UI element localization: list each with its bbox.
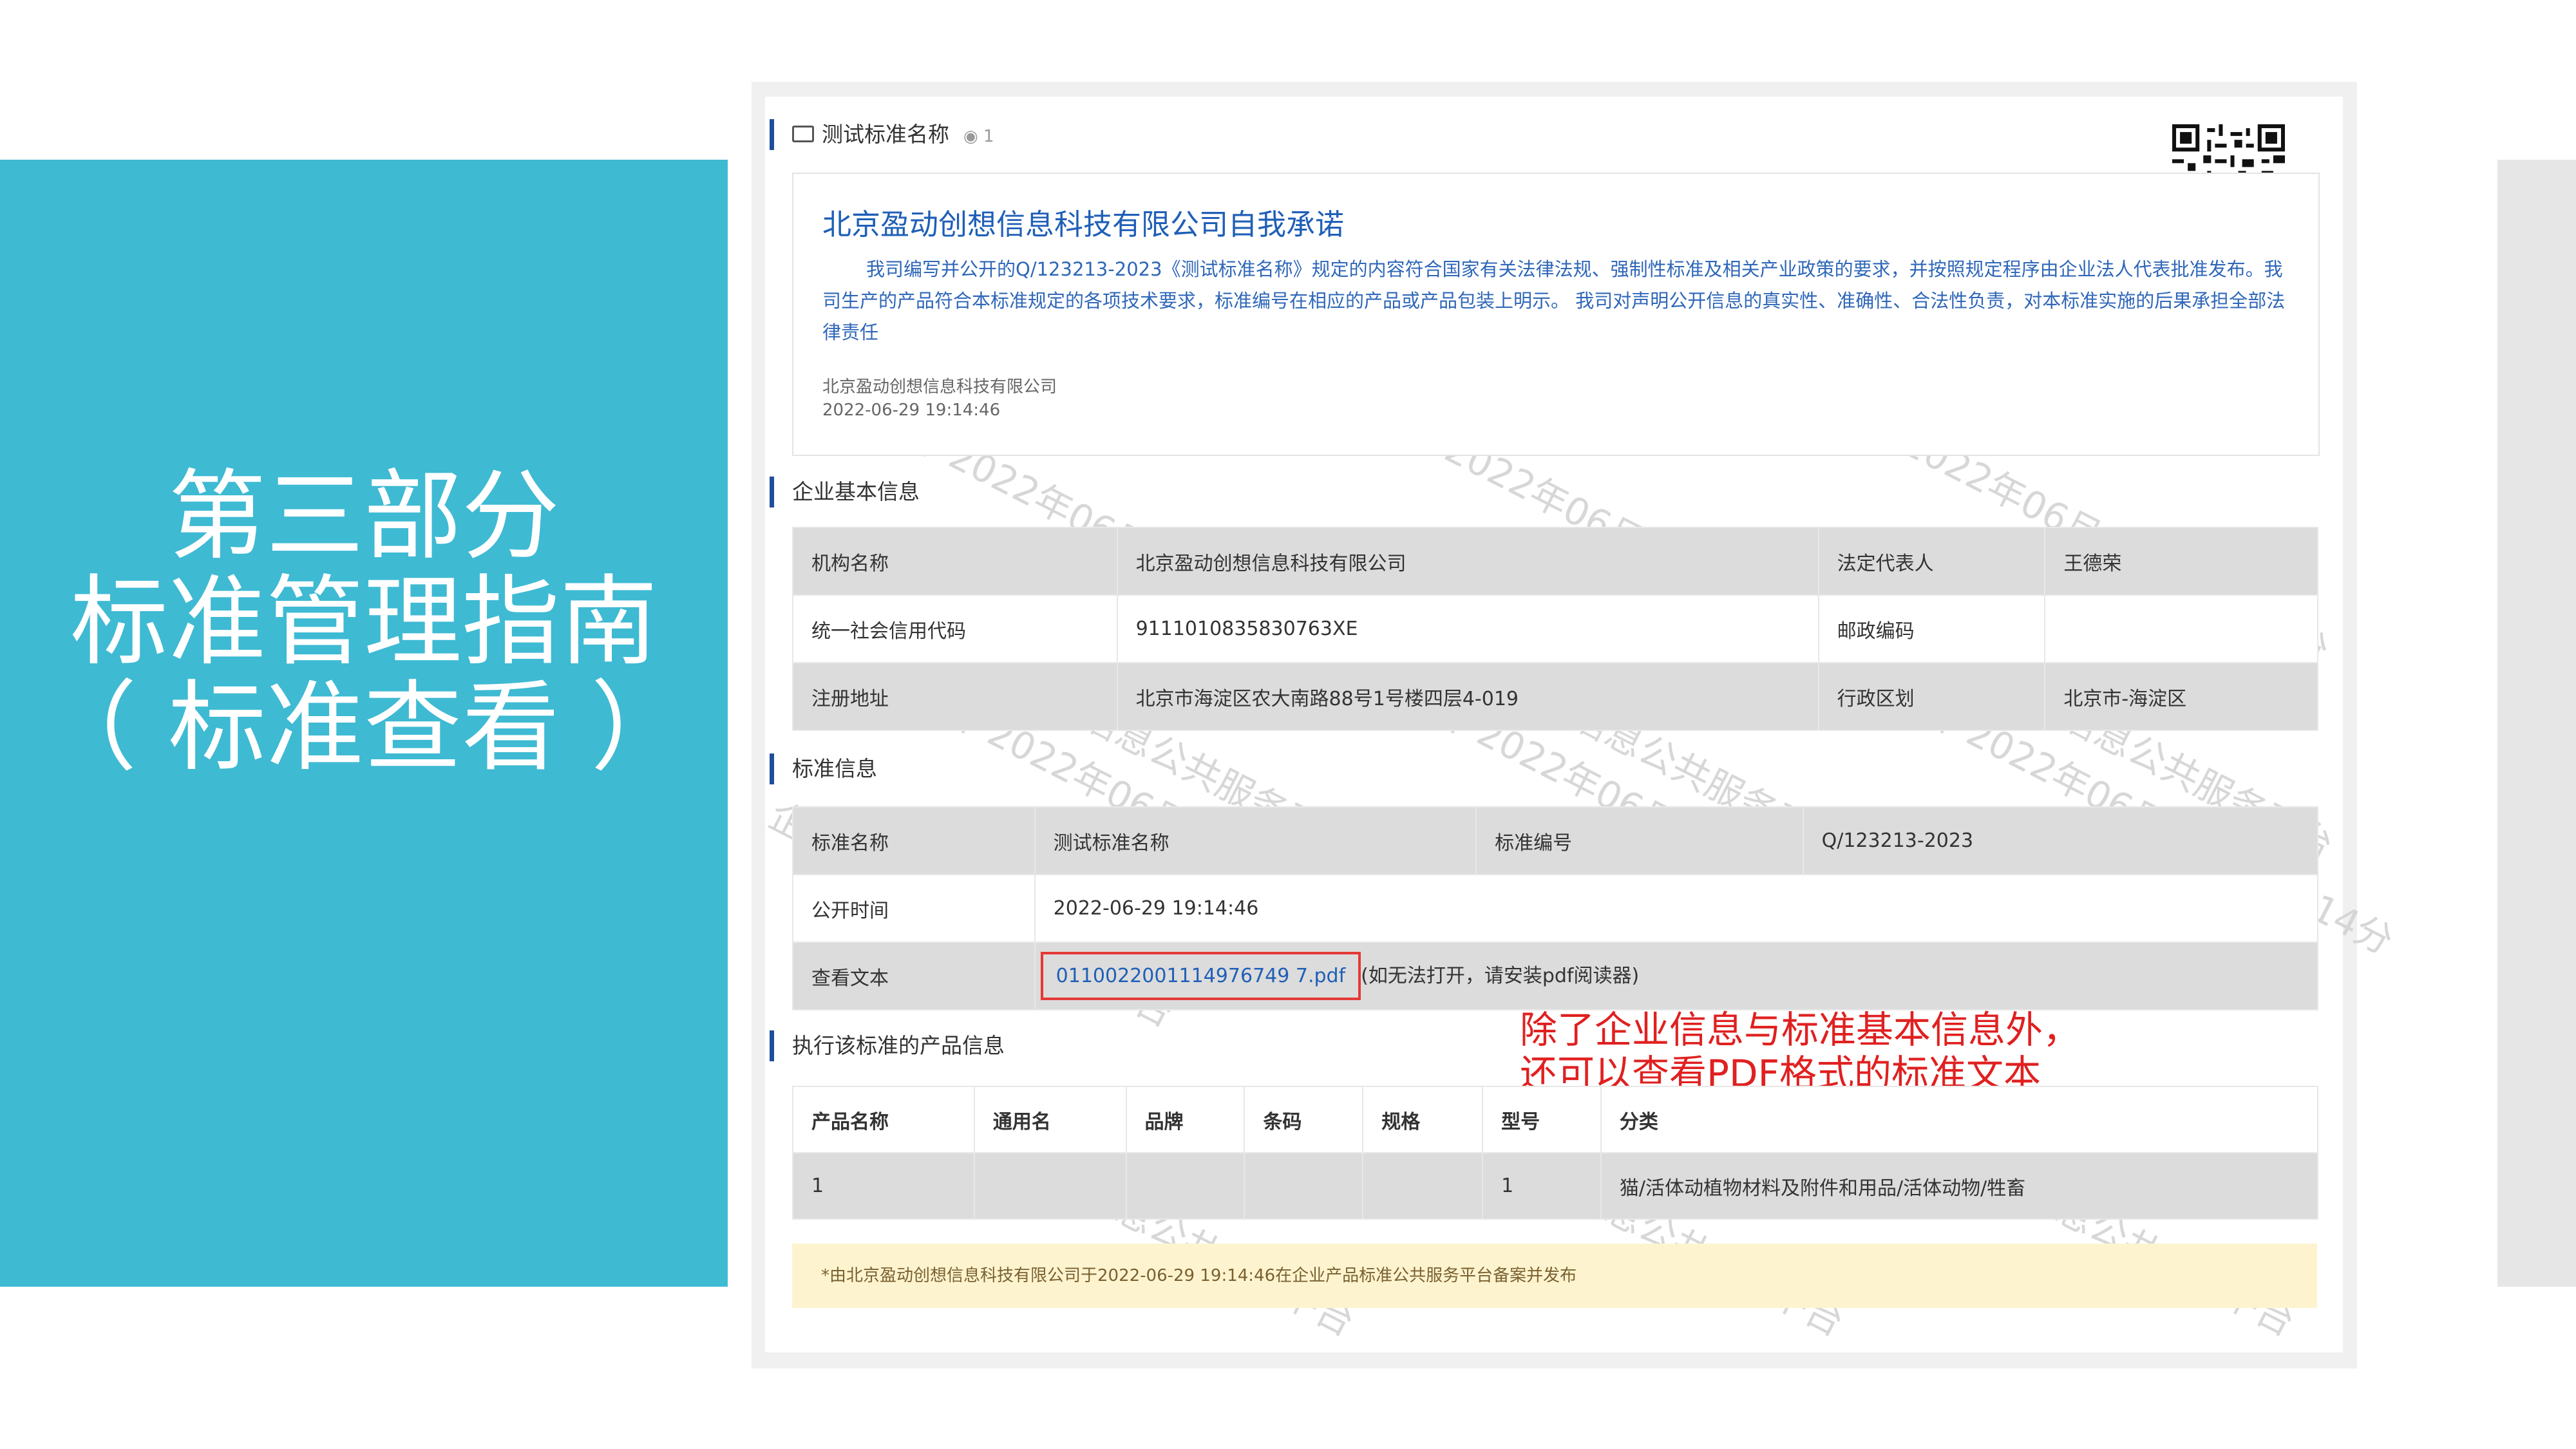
table-cell — [973, 1152, 1127, 1220]
commitment-company: 北京盈动创想信息科技有限公司 — [822, 377, 1057, 397]
pdf-download-link[interactable]: 0110022001114976749 7.pdf — [1056, 965, 1345, 987]
commitment-body: 我司编写并公开的Q/123213-2023《测试标准名称》规定的内容符合国家有关… — [822, 258, 2286, 343]
annotation-note: 除了企业信息与标准基本信息外， 还可以查看PDF格式的标准文本 — [1520, 1008, 2080, 1095]
slide-title-line-2: 标准管理指南 — [70, 565, 658, 679]
product-info-heading-text: 执行该标准的产品信息 — [792, 1033, 1005, 1058]
table-cell: 1 — [1482, 1152, 1602, 1220]
cell-label: 统一社会信用代码 — [792, 594, 1118, 663]
commitment-title: 北京盈动创想信息科技有限公司自我承诺 — [822, 207, 1345, 242]
table-row: 统一社会信用代码 9111010835830763XE 邮政编码 — [792, 594, 2318, 663]
right-decor-strip — [2497, 160, 2576, 1287]
slide-title-line-1: 第三部分 — [168, 459, 560, 573]
standard-name-header: 测试标准名称 ◉ 1 — [770, 119, 994, 150]
product-table: 产品名称 通用名 品牌 条码 规格 型号 分类 1 1 猫/活体动植物材料及附件… — [792, 1086, 2319, 1220]
cell-label: 标准编号 — [1475, 806, 1804, 875]
cell-value — [2044, 594, 2318, 663]
table-row: 查看文本 0110022001114976749 7.pdf (如无法打开，请安装… — [792, 942, 2319, 1010]
cell-value: 王德荣 — [2044, 527, 2318, 596]
column-header: 型号 — [1482, 1086, 1602, 1153]
column-header: 产品名称 — [792, 1086, 975, 1153]
table-row: 1 1 猫/活体动植物材料及附件和用品/活体动物/牲畜 — [792, 1152, 2319, 1220]
commitment-timestamp: 2022-06-29 19:14:46 — [822, 401, 1001, 420]
cell-label: 机构名称 — [792, 527, 1118, 596]
company-info-heading: 企业基本信息 — [770, 477, 920, 507]
company-info-heading-text: 企业基本信息 — [792, 479, 920, 504]
table-row: 注册地址 北京市海淀区农大南路88号1号楼四层4-019 行政区划 北京市-海淀… — [792, 662, 2318, 731]
table-header-row: 产品名称 通用名 品牌 条码 规格 型号 分类 — [792, 1086, 2319, 1153]
eye-icon: ◉ 1 — [963, 127, 994, 146]
product-info-heading: 执行该标准的产品信息 — [770, 1030, 1005, 1061]
standard-info-heading-text: 标准信息 — [792, 756, 877, 781]
table-cell — [1125, 1152, 1245, 1220]
standard-info-heading: 标准信息 — [770, 753, 877, 784]
column-header: 分类 — [1600, 1086, 2319, 1153]
cell-value: 北京市-海淀区 — [2044, 662, 2318, 731]
cell-value: Q/123213-2023 — [1802, 806, 2319, 875]
slide-title: 第三部分 标准管理指南 （ 标准查看 ） — [0, 464, 728, 781]
column-header: 通用名 — [973, 1086, 1127, 1153]
slide-title-line-3: （ 标准查看 ） — [39, 670, 689, 784]
pdf-highlight-box: 0110022001114976749 7.pdf — [1040, 952, 1361, 1000]
filing-footer-note: *由北京盈动创想信息科技有限公司于2022-06-29 19:14:46在企业产… — [792, 1244, 2317, 1308]
column-header: 品牌 — [1125, 1086, 1245, 1153]
pdf-hint: (如无法打开，请安装pdf阅读器) — [1361, 965, 1640, 987]
cell-label: 行政区划 — [1817, 662, 2046, 731]
cell-label: 公开时间 — [792, 874, 1036, 943]
cell-label: 注册地址 — [792, 662, 1118, 731]
column-header: 条码 — [1244, 1086, 1364, 1153]
standard-info-table: 标准名称 测试标准名称 标准编号 Q/123213-2023 公开时间 2022… — [792, 806, 2319, 1010]
annotation-line-1: 除了企业信息与标准基本信息外， — [1520, 1008, 2081, 1052]
table-row: 机构名称 北京盈动创想信息科技有限公司 法定代表人 王德荣 — [792, 527, 2318, 596]
company-info-table: 机构名称 北京盈动创想信息科技有限公司 法定代表人 王德荣 统一社会信用代码 9… — [792, 527, 2318, 731]
table-cell — [1244, 1152, 1364, 1220]
standard-name: 测试标准名称 — [822, 122, 949, 147]
cell-value: 测试标准名称 — [1034, 806, 1477, 875]
table-row: 标准名称 测试标准名称 标准编号 Q/123213-2023 — [792, 806, 2319, 875]
view-count: 1 — [983, 127, 994, 146]
cell-label: 标准名称 — [792, 806, 1036, 875]
cell-value: 2022-06-29 19:14:46 — [1034, 874, 2319, 943]
table-cell: 1 — [792, 1152, 975, 1220]
cell-value: 北京市海淀区农大南路88号1号楼四层4-019 — [1116, 662, 1819, 731]
cell-value: 9111010835830763XE — [1116, 594, 1819, 663]
cell-value: 0110022001114976749 7.pdf (如无法打开，请安装pdf阅读… — [1034, 942, 2319, 1010]
document-icon — [792, 125, 814, 142]
table-cell — [1362, 1152, 1484, 1220]
cell-label: 法定代表人 — [1817, 527, 2046, 596]
cell-label: 查看文本 — [792, 942, 1036, 1010]
cell-label: 邮政编码 — [1817, 594, 2046, 663]
table-cell: 猫/活体动植物材料及附件和用品/活体动物/牲畜 — [1600, 1152, 2319, 1220]
column-header: 规格 — [1362, 1086, 1484, 1153]
cell-value: 北京盈动创想信息科技有限公司 — [1116, 527, 1819, 596]
table-row: 公开时间 2022-06-29 19:14:46 — [792, 874, 2319, 943]
